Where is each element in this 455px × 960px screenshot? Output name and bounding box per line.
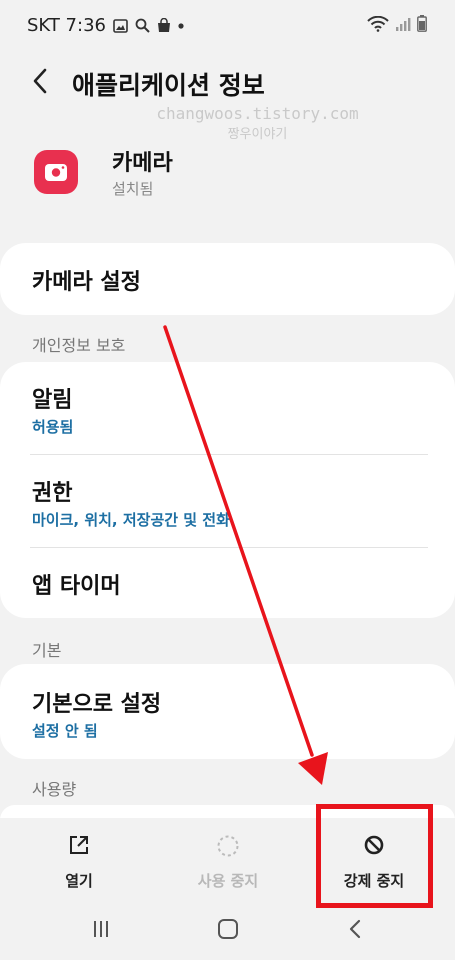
camera-app-icon: [34, 150, 78, 194]
list-item-sub: 허용됨: [32, 418, 74, 436]
list-item-sub: 마이크, 위치, 저장공간 및 전화: [32, 511, 230, 529]
watermark-name: 짱우이야기: [227, 127, 288, 142]
list-item-notifications[interactable]: 알림 허용됨: [0, 362, 455, 454]
set-as-default-sub: 설정 안 됨: [32, 722, 98, 740]
recents-icon[interactable]: [90, 918, 112, 940]
signal-icon: [396, 17, 411, 31]
list-item-label: 알림: [32, 388, 73, 413]
open-external-icon: [70, 836, 88, 854]
gallery-icon: [113, 18, 128, 33]
privacy-card: 알림 허용됨 권한 마이크, 위치, 저장공간 및 전화 앱 타이머: [0, 362, 455, 618]
home-icon[interactable]: [216, 917, 240, 941]
list-item-app-timer[interactable]: 앱 타이머: [0, 548, 455, 618]
watermark-url: changwoos.tistory.com: [156, 104, 359, 123]
disable-label: 사용 중지: [197, 872, 259, 890]
list-item-label: 앱 타이머: [32, 574, 121, 599]
section-title-privacy: 개인정보 보호: [32, 336, 126, 355]
disable-dashed-circle-icon: [217, 835, 239, 857]
app-name: 카메라: [112, 151, 173, 176]
wifi-icon: [367, 15, 389, 32]
defaults-card[interactable]: 기본으로 설정 설정 안 됨: [0, 664, 455, 759]
notification-dot-icon: [178, 22, 184, 29]
open-button[interactable]: 열기: [3, 818, 155, 900]
status-bar: SKT 7:36: [0, 0, 455, 52]
carrier-time: SKT 7:36: [27, 15, 106, 36]
camera-settings-label: 카메라 설정: [32, 270, 141, 295]
list-item-label: 권한: [32, 481, 73, 506]
back-arrow-icon[interactable]: [26, 66, 56, 96]
set-as-default-label: 기본으로 설정: [32, 692, 162, 717]
open-label: 열기: [65, 872, 93, 890]
search-icon: [135, 18, 150, 33]
list-item-permissions[interactable]: 권한 마이크, 위치, 저장공간 및 전화: [0, 455, 455, 547]
app-install-status: 설치됨: [112, 180, 154, 198]
app-bar: 애플리케이션 정보: [0, 52, 455, 112]
section-title-usage: 사용량: [32, 780, 77, 799]
page-title: 애플리케이션 정보: [72, 71, 265, 100]
camera-settings-card[interactable]: 카메라 설정: [0, 243, 455, 315]
back-nav-icon[interactable]: [345, 918, 365, 940]
shopping-bag-icon: [157, 18, 170, 32]
force-stop-highlight-box: [316, 804, 433, 908]
camera-icon: [45, 164, 67, 181]
battery-icon: [417, 15, 427, 32]
section-title-defaults: 기본: [32, 641, 62, 660]
system-navigation-bar: [0, 900, 455, 960]
disable-button[interactable]: 사용 중지: [152, 818, 304, 900]
